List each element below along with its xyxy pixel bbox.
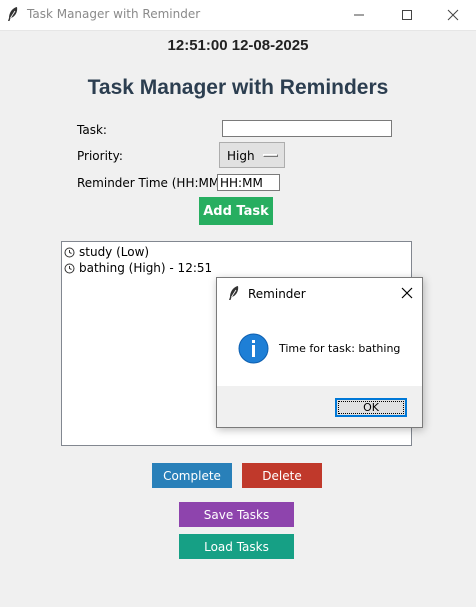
task-input[interactable] <box>222 120 392 137</box>
window-titlebar: Task Manager with Reminder <box>0 0 476 31</box>
task-text: bathing (High) - 12:51 <box>79 261 213 275</box>
dialog-footer: OK <box>217 386 422 427</box>
clock-icon <box>64 247 75 257</box>
delete-button[interactable]: Delete <box>242 463 322 488</box>
priority-select[interactable]: High <box>219 142 285 168</box>
current-datetime: 12:51:00 12-08-2025 <box>167 37 309 54</box>
ok-button[interactable]: OK <box>335 398 407 417</box>
reminder-dialog: Reminder Time for task: bathing OK <box>216 277 423 428</box>
page-title: Task Manager with Reminders <box>87 76 389 99</box>
close-button[interactable] <box>430 0 476 30</box>
reminder-time-label: Reminder Time (HH:MM): <box>77 176 228 190</box>
list-item[interactable]: bathing (High) - 12:51 <box>64 260 212 276</box>
task-label: Task: <box>77 123 107 137</box>
add-task-button[interactable]: Add Task <box>199 197 273 225</box>
feather-icon <box>229 286 239 300</box>
task-text: study (Low) <box>79 245 150 259</box>
save-tasks-button[interactable]: Save Tasks <box>179 502 294 527</box>
clock-icon <box>64 263 75 273</box>
close-icon <box>447 9 459 21</box>
list-item[interactable]: study (Low) <box>64 244 149 260</box>
focus-ring <box>338 401 404 414</box>
info-icon <box>238 333 269 364</box>
maximize-button[interactable] <box>384 0 430 30</box>
minimize-icon <box>354 14 364 16</box>
dropdown-indicator-icon <box>263 154 278 157</box>
dialog-title: Reminder <box>248 287 306 301</box>
dialog-message: Time for task: bathing <box>279 342 401 355</box>
priority-value: High <box>227 149 255 163</box>
complete-button[interactable]: Complete <box>152 463 232 488</box>
priority-label: Priority: <box>77 149 123 163</box>
reminder-time-input[interactable]: HH:MM <box>217 174 280 191</box>
minimize-button[interactable] <box>336 0 382 30</box>
load-tasks-button[interactable]: Load Tasks <box>179 534 294 559</box>
maximize-icon <box>402 10 412 20</box>
feather-icon <box>8 7 18 21</box>
window-title: Task Manager with Reminder <box>27 7 201 21</box>
close-icon[interactable] <box>398 284 416 302</box>
